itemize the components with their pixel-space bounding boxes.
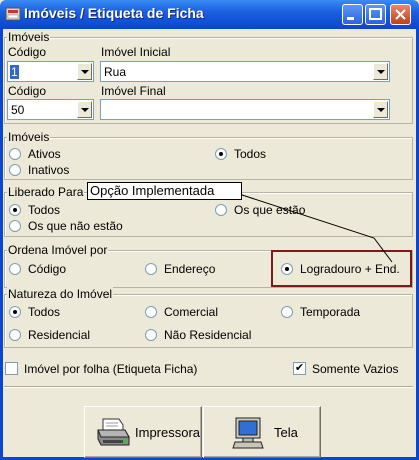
somente-vazios-box[interactable]: ✔ [293,362,306,375]
tela-label: Tela [274,425,298,440]
radio-todos-imoveis-label: Todos [234,147,267,161]
natureza-group-label: Natureza do Imóvel [7,287,114,301]
minimize-icon [347,17,354,20]
ordena-group-label: Ordena Imóvel por [7,243,109,257]
impressora-label: Impressora [135,425,201,440]
monitor-icon [232,417,264,449]
radio-inativos-dot[interactable] [9,164,21,176]
radio-liberado-estao-dot[interactable] [215,204,227,216]
radio-ordena-codigo-label: Código [28,262,67,276]
radio-natureza-residencial-label: Residencial [28,328,91,342]
codigo-label-2: Código [8,84,47,98]
maximize-button[interactable] [365,4,386,25]
radio-liberado-nao-estao-label: Os que não estão [28,219,123,233]
imovel-por-folha-label: Imóvel por folha (Etiqueta Ficha) [24,362,198,376]
chevron-down-icon[interactable] [77,101,92,118]
radio-natureza-nao-residencial-label: Não Residencial [164,328,252,342]
radio-liberado-todos-dot[interactable] [9,204,21,216]
radio-liberado-todos-label: Todos [28,203,61,217]
imovel-final-label: Imóvel Final [101,84,166,98]
imovel-por-folha-box[interactable] [5,362,18,375]
implemented-option-tooltip: Opção Implementada [87,182,242,200]
radio-natureza-todos-label: Todos [28,305,61,319]
highlight-box [271,250,412,287]
tela-button[interactable]: Tela [203,406,321,458]
radio-liberado-estao-label: Os que estão [234,203,306,217]
codigo-final-value: 50 [11,103,25,117]
minimize-button[interactable] [342,4,363,25]
codigo-final-combo[interactable]: 50 [7,99,94,120]
radio-liberado-nao-estao-dot[interactable] [9,220,21,232]
radio-inativos-label: Inativos [28,163,70,177]
radio-natureza-comercial-dot[interactable] [145,306,157,318]
title-bar[interactable]: Imóveis / Etiqueta de Ficha [0,0,419,29]
radio-natureza-temporada-dot[interactable] [281,306,293,318]
imovel-inicial-combo[interactable]: Rua [100,61,390,82]
impressora-button[interactable]: Impressora [84,406,202,458]
window-title: Imóveis / Etiqueta de Ficha [24,5,204,21]
chevron-down-icon[interactable] [77,63,92,80]
radio-ordena-codigo-dot[interactable] [9,263,21,275]
codigo-label-1: Código [8,45,47,59]
radio-natureza-temporada-label: Temporada [300,305,361,319]
codigo-inicial-value: 1 [10,65,19,79]
separator [4,386,413,388]
imovel-inicial-label: Imóvel Inicial [101,45,171,59]
chevron-down-icon[interactable] [373,63,388,80]
somente-vazios-label: Somente Vazios [312,362,399,376]
imovel-inicial-value: Rua [104,65,127,79]
close-icon [395,9,406,20]
radio-ativos-dot[interactable] [9,148,21,160]
radio-ordena-endereco-dot[interactable] [145,263,157,275]
maximize-icon [369,8,382,20]
radio-natureza-residencial-dot[interactable] [9,329,21,341]
radio-natureza-nao-residencial-dot[interactable] [145,329,157,341]
imovel-final-combo[interactable] [100,99,390,120]
imoveis-range-group-label: Imóveis [7,30,51,44]
codigo-inicial-combo[interactable]: 1 [7,61,94,82]
radio-natureza-comercial-label: Comercial [164,305,219,319]
radio-natureza-todos-dot[interactable] [9,306,21,318]
printer-icon [97,418,130,446]
radio-ordena-endereco-label: Endereço [164,262,216,276]
close-button[interactable] [390,4,411,25]
radio-todos-imoveis-dot[interactable] [215,148,227,160]
imoveis-status-group-label: Imóveis [7,130,51,144]
radio-ativos-label: Ativos [28,147,61,161]
app-icon [5,7,21,21]
liberado-group-label: Liberado Para [7,185,85,199]
chevron-down-icon[interactable] [373,101,388,118]
